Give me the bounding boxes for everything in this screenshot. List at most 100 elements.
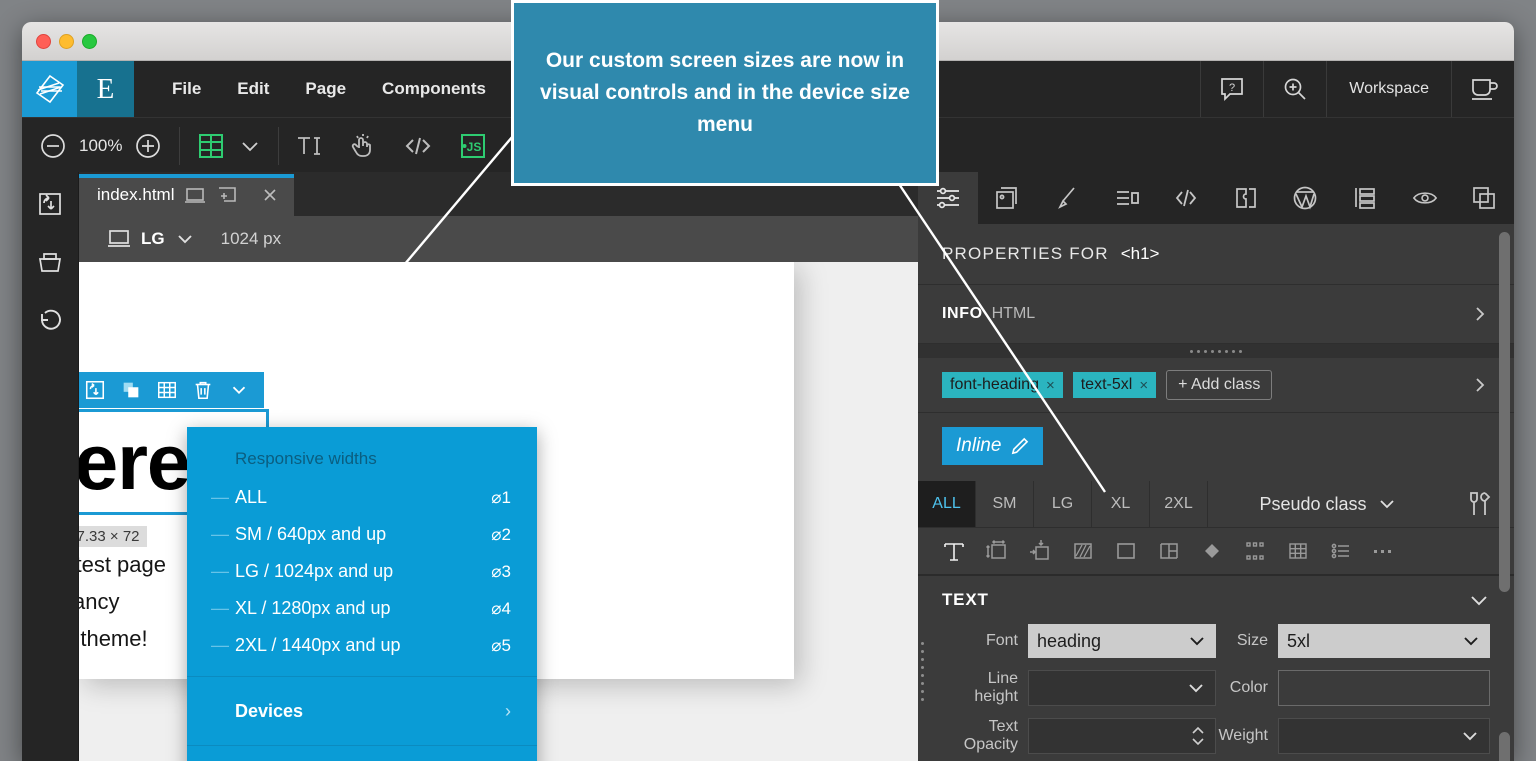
laptop-icon[interactable] [184, 185, 206, 205]
panel-tab-duplicate[interactable] [1454, 172, 1514, 224]
sizing-icon[interactable] [985, 539, 1009, 563]
text-opacity-stepper[interactable] [1028, 718, 1216, 754]
close-icon[interactable] [260, 185, 280, 205]
weight-select[interactable] [1278, 718, 1490, 754]
panel-tab-plugin[interactable] [1216, 172, 1276, 224]
panel-tab-tree[interactable] [1335, 172, 1395, 224]
class-chip-text-5xl[interactable]: text-5xl × [1072, 372, 1157, 398]
dropdown-item-2xl[interactable]: — 2XL / 1440px and up ⌀5 [187, 627, 537, 664]
svg-text:JS: JS [467, 140, 482, 154]
move-into-icon[interactable] [84, 379, 106, 401]
item-shortcut: ⌀4 [491, 598, 511, 618]
class-chip-font-heading[interactable]: font-heading × [942, 372, 1063, 398]
grid-icon[interactable] [156, 379, 178, 401]
add-class-button[interactable]: + Add class [1166, 370, 1273, 400]
undo-icon[interactable] [36, 306, 64, 334]
pseudo-class-selector[interactable]: Pseudo class [1208, 481, 1448, 527]
border-icon[interactable] [1114, 539, 1138, 563]
remove-class-icon[interactable]: × [1139, 377, 1148, 394]
responsive-widths-dropdown[interactable]: Responsive widths — ALL ⌀1 — SM / 640px … [187, 427, 537, 761]
grid-icon[interactable] [1286, 539, 1310, 563]
panel-tab-styles-list[interactable] [1097, 172, 1157, 224]
panel-scrollbar-top[interactable] [1499, 232, 1510, 592]
bp-lg[interactable]: LG [1034, 481, 1092, 527]
workspace-button[interactable]: Workspace [1326, 61, 1451, 117]
open-in-new-icon[interactable] [216, 185, 238, 205]
zoom-in-icon[interactable] [133, 131, 163, 161]
menu-file[interactable]: File [154, 61, 219, 117]
bp-sm[interactable]: SM [976, 481, 1034, 527]
panel-resize-grip[interactable] [918, 344, 1514, 358]
window-controls[interactable] [36, 34, 97, 49]
remove-class-icon[interactable]: × [1046, 377, 1055, 394]
code-brackets-icon[interactable] [403, 132, 433, 160]
stepper-arrows-icon[interactable] [1190, 722, 1206, 750]
minimize-window-button[interactable] [59, 34, 74, 49]
dropdown-item-xl[interactable]: — XL / 1280px and up ⌀4 [187, 590, 537, 627]
text-section-chevron-down-icon[interactable] [1468, 589, 1490, 611]
zoom-out-icon[interactable] [38, 131, 68, 161]
spacing-icon[interactable] [1028, 539, 1052, 563]
maximize-window-button[interactable] [82, 34, 97, 49]
element-size-badge: ∟ 277.33 × 72 [79, 526, 147, 547]
bp-xl[interactable]: XL [1092, 481, 1150, 527]
save-export-icon[interactable] [36, 190, 64, 218]
chevron-right-icon: › [505, 700, 511, 721]
panel-tab-preview[interactable] [1395, 172, 1455, 224]
layout-icon[interactable] [1157, 539, 1181, 563]
classes-chevron-right-icon[interactable] [1470, 375, 1490, 395]
transform-icon[interactable] [1243, 539, 1267, 563]
breakpoint-label[interactable]: LG [141, 229, 165, 249]
css-grid-icon[interactable] [196, 131, 226, 161]
panel-drag-handle[interactable] [921, 642, 924, 701]
menu-edit[interactable]: Edit [219, 61, 287, 117]
inline-style-button[interactable]: Inline [942, 427, 1044, 465]
tab-index-html[interactable]: index.html [79, 174, 295, 216]
menubar-right: ? Workspace [1200, 61, 1514, 117]
more-icon[interactable] [1372, 539, 1398, 563]
bp-all[interactable]: ALL [918, 481, 976, 527]
typography-icon[interactable] [942, 539, 966, 563]
js-icon[interactable]: JS [459, 132, 487, 160]
size-select[interactable]: 5xl [1278, 624, 1490, 658]
sliders-icon [935, 185, 961, 211]
help-icon[interactable]: ? [1200, 61, 1263, 117]
panel-tab-code[interactable] [1156, 172, 1216, 224]
panel-scrollbar-bottom[interactable] [1499, 732, 1510, 761]
coffee-cup-icon[interactable] [1451, 61, 1514, 117]
app-logo-letter[interactable]: E [77, 61, 134, 117]
bp-2xl[interactable]: 2XL [1150, 481, 1208, 527]
dropdown-item-sm[interactable]: — SM / 640px and up ⌀2 [187, 516, 537, 553]
line-height-select[interactable] [1028, 670, 1216, 706]
menu-components[interactable]: Components [364, 61, 504, 117]
pinegrow-logo-icon[interactable] [22, 61, 77, 117]
grid-chevron-down-icon[interactable] [238, 134, 262, 158]
text-section-header[interactable]: TEXT [918, 576, 1514, 624]
dropdown-item-all[interactable]: — ALL ⌀1 [187, 479, 537, 516]
element-toolbar[interactable] [79, 372, 264, 408]
info-row[interactable]: INFO HTML [918, 285, 1514, 344]
color-swatch[interactable] [1278, 670, 1490, 706]
dropdown-item-lg[interactable]: — LG / 1024px and up ⌀3 [187, 553, 537, 590]
hand-touch-icon[interactable] [349, 132, 377, 160]
info-chevron-right-icon[interactable] [1470, 304, 1490, 324]
magnifier-plus-icon[interactable] [1263, 61, 1326, 117]
element-chevron-down-icon[interactable] [228, 379, 250, 401]
panel-tab-wordpress[interactable] [1276, 172, 1336, 224]
effects-icon[interactable] [1200, 539, 1224, 563]
font-select[interactable]: heading [1028, 624, 1216, 658]
list-icon[interactable] [1329, 539, 1353, 563]
background-icon[interactable] [1071, 539, 1095, 563]
menu-page[interactable]: Page [287, 61, 364, 117]
breakpoint-device-icon[interactable] [107, 228, 131, 250]
panel-tab-component[interactable] [978, 172, 1038, 224]
dropdown-item-devices[interactable]: Devices › [187, 689, 537, 733]
layers-icon[interactable] [120, 379, 142, 401]
open-folder-icon[interactable] [36, 248, 64, 276]
panel-tab-style[interactable] [1037, 172, 1097, 224]
text-edit-icon[interactable] [295, 132, 323, 160]
page-body-text[interactable]: zing test page our fancy CSS theme! [79, 547, 166, 658]
breakpoint-chevron-down-icon[interactable] [175, 229, 195, 249]
trash-icon[interactable] [192, 379, 214, 401]
close-window-button[interactable] [36, 34, 51, 49]
